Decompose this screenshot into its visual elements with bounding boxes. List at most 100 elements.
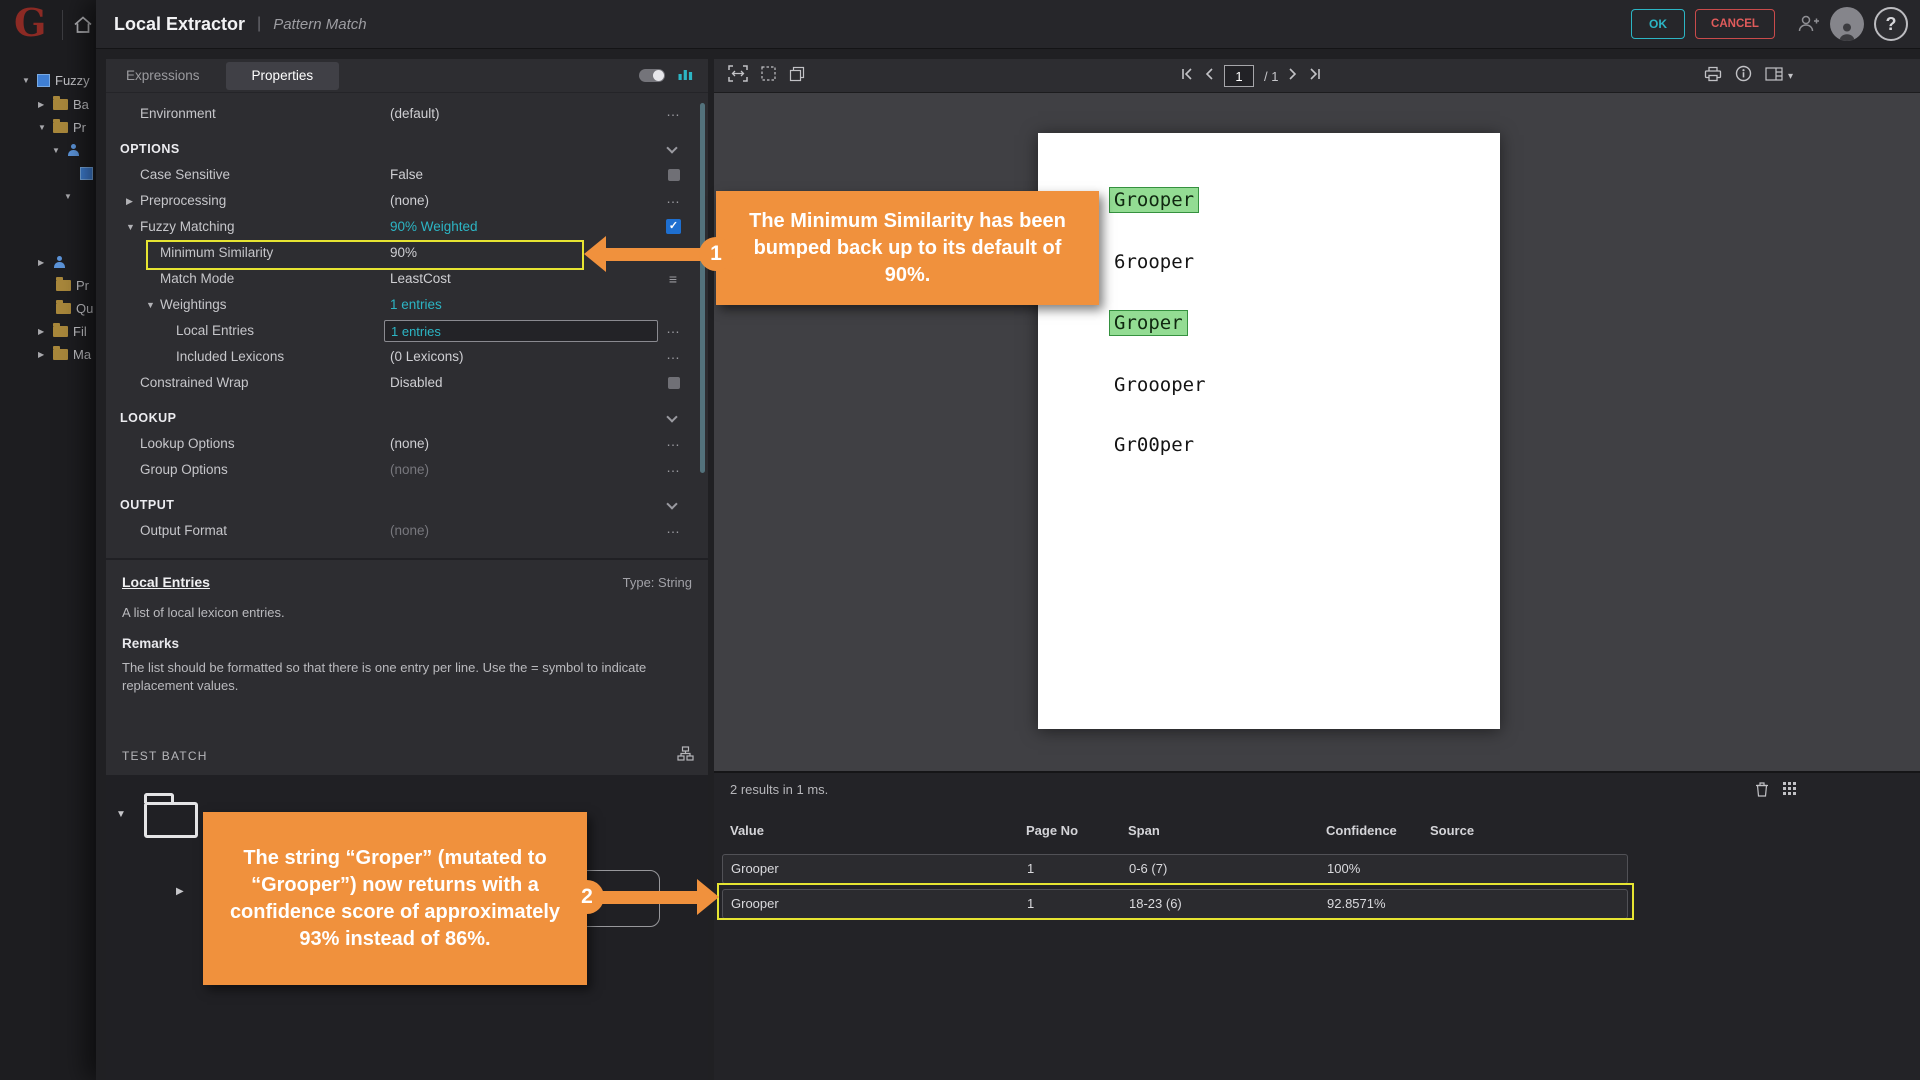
expander-collapsed-icon[interactable]: ▶ <box>176 886 184 897</box>
ellipsis-button[interactable]: … <box>662 320 684 336</box>
expander-icon[interactable]: ▶ <box>38 100 48 109</box>
expander-collapsed-icon[interactable]: ▶ <box>126 196 133 207</box>
copy-pages-icon[interactable] <box>789 66 805 87</box>
share-user-icon[interactable] <box>1797 14 1820 34</box>
tab-expressions[interactable]: Expressions <box>106 68 220 83</box>
help-icon[interactable]: ? <box>1874 7 1908 41</box>
expander-icon[interactable]: ▶ <box>38 258 48 267</box>
toggle-switch-icon[interactable] <box>639 69 665 82</box>
column-value[interactable]: Value <box>730 823 764 838</box>
tab-properties[interactable]: Properties <box>226 62 340 90</box>
ellipsis-button[interactable]: … <box>662 433 684 449</box>
ellipsis-button[interactable]: … <box>662 190 684 206</box>
column-confidence[interactable]: Confidence <box>1326 823 1397 838</box>
print-icon[interactable] <box>1704 66 1722 87</box>
result-row[interactable]: Grooper 1 0-6 (7) 100% <box>722 854 1628 884</box>
property-row-lookup-options[interactable]: Lookup Options (none) … <box>106 431 708 457</box>
match-highlight: Groper <box>1110 311 1187 335</box>
tree-item[interactable]: ▶ <box>38 252 71 272</box>
cell-span: 0-6 (7) <box>1129 861 1167 876</box>
info-icon[interactable] <box>1735 65 1752 87</box>
local-entries-input[interactable] <box>384 320 658 342</box>
property-row-local-entries[interactable]: Local Entries … <box>106 318 708 344</box>
property-row-weightings[interactable]: ▼ Weightings 1 entries <box>106 292 708 318</box>
page-number-input[interactable] <box>1224 65 1254 87</box>
cancel-button[interactable]: CANCEL <box>1695 9 1775 39</box>
property-row-included-lexicons[interactable]: Included Lexicons (0 Lexicons) … <box>106 344 708 370</box>
last-page-button[interactable] <box>1308 67 1322 86</box>
caret-down-icon[interactable]: ▾ <box>1788 71 1793 82</box>
property-row-environment[interactable]: Environment (default) … <box>106 101 708 127</box>
tree-item[interactable]: Qu <box>56 298 93 318</box>
checkbox-unchecked[interactable] <box>668 169 680 181</box>
callout-text: The string “Groper” (mutated to “Grooper… <box>203 845 587 953</box>
next-page-button[interactable] <box>1288 67 1298 86</box>
selection-icon[interactable] <box>761 66 776 86</box>
expander-icon[interactable]: ▼ <box>52 146 62 155</box>
panel-tabs: Expressions Properties <box>106 59 708 93</box>
expander-icon[interactable]: ▼ <box>22 76 32 85</box>
property-row-output-format[interactable]: Output Format (none) … <box>106 518 708 544</box>
property-row-group-options[interactable]: Group Options (none) … <box>106 457 708 483</box>
column-source[interactable]: Source <box>1430 823 1474 838</box>
ellipsis-button[interactable]: … <box>662 103 684 119</box>
tree-item[interactable] <box>80 163 96 183</box>
property-row-fuzzy-matching[interactable]: ▼ Fuzzy Matching 90% Weighted ✓ <box>106 214 708 240</box>
tree-item[interactable]: ▶Fil <box>38 321 87 341</box>
expander-icon[interactable]: ▼ <box>38 123 48 132</box>
tree-item[interactable]: ▶Ba <box>38 94 89 114</box>
result-row[interactable]: Grooper 1 18-23 (6) 92.8571% <box>722 889 1628 919</box>
expander-expanded-icon[interactable]: ▼ <box>146 300 155 310</box>
property-row-preprocessing[interactable]: ▶ Preprocessing (none) … <box>106 188 708 214</box>
expander-icon[interactable]: ▶ <box>38 327 48 336</box>
expander-icon[interactable]: ▶ <box>38 350 48 359</box>
checkbox-unchecked[interactable] <box>668 377 680 389</box>
first-page-button[interactable] <box>1180 67 1194 86</box>
ellipsis-button[interactable]: … <box>662 459 684 475</box>
layout-view-icon[interactable] <box>1765 67 1783 86</box>
section-header-lookup[interactable]: LOOKUP <box>106 405 708 431</box>
column-span[interactable]: Span <box>1128 823 1160 838</box>
property-row-constrained-wrap[interactable]: Constrained Wrap Disabled <box>106 370 708 396</box>
document-text-line: Gr00per <box>1114 432 1194 458</box>
property-row-case-sensitive[interactable]: Case Sensitive False <box>106 162 708 188</box>
user-avatar[interactable] <box>1830 7 1864 41</box>
column-page-no[interactable]: Page No <box>1026 823 1078 838</box>
document-text-line: Groper <box>1114 310 1187 336</box>
tree-item[interactable]: Pr <box>56 275 89 295</box>
expander-expanded-icon[interactable]: ▼ <box>116 809 126 820</box>
tree-item[interactable]: ▼ <box>64 186 79 206</box>
checkbox-checked[interactable]: ✓ <box>666 219 681 234</box>
content-type-icon <box>67 144 80 157</box>
property-value: 90% Weighted <box>390 219 478 234</box>
description-type: Type: String <box>623 575 692 590</box>
previous-page-button[interactable] <box>1204 67 1214 86</box>
tree-item-label: Ma <box>73 347 91 362</box>
property-row-match-mode[interactable]: Match Mode LeastCost ≡ <box>106 266 708 292</box>
grid-view-icon[interactable] <box>1782 781 1797 802</box>
property-name: Preprocessing <box>140 193 226 208</box>
batch-folder-icon[interactable] <box>144 802 198 838</box>
section-header-output[interactable]: OUTPUT <box>106 492 708 518</box>
expander-expanded-icon[interactable]: ▼ <box>126 222 135 232</box>
property-name: Lookup Options <box>140 436 235 451</box>
tree-item[interactable]: ▼Pr <box>38 117 86 137</box>
tree-item[interactable]: ▼ <box>52 140 85 160</box>
cell-value: Grooper <box>731 896 779 911</box>
chart-icon[interactable] <box>677 66 694 86</box>
menu-icon[interactable]: ≡ <box>662 271 684 287</box>
ok-button[interactable]: OK <box>1631 9 1685 39</box>
property-name: Group Options <box>140 462 228 477</box>
property-value: (none) <box>390 193 429 208</box>
ellipsis-button[interactable]: … <box>662 346 684 362</box>
section-header-options[interactable]: OPTIONS <box>106 136 708 162</box>
ellipsis-button[interactable]: … <box>662 520 684 536</box>
tree-item[interactable]: ▶ Ma <box>38 344 91 364</box>
home-icon[interactable] <box>73 15 93 39</box>
expander-icon[interactable]: ▼ <box>64 192 74 201</box>
scrollbar-thumb[interactable] <box>700 103 705 473</box>
clear-results-icon[interactable] <box>1755 781 1769 802</box>
hierarchy-icon[interactable] <box>677 746 694 766</box>
tree-item[interactable]: ▼Fuzzy <box>22 70 90 90</box>
fit-width-icon[interactable] <box>728 65 748 87</box>
